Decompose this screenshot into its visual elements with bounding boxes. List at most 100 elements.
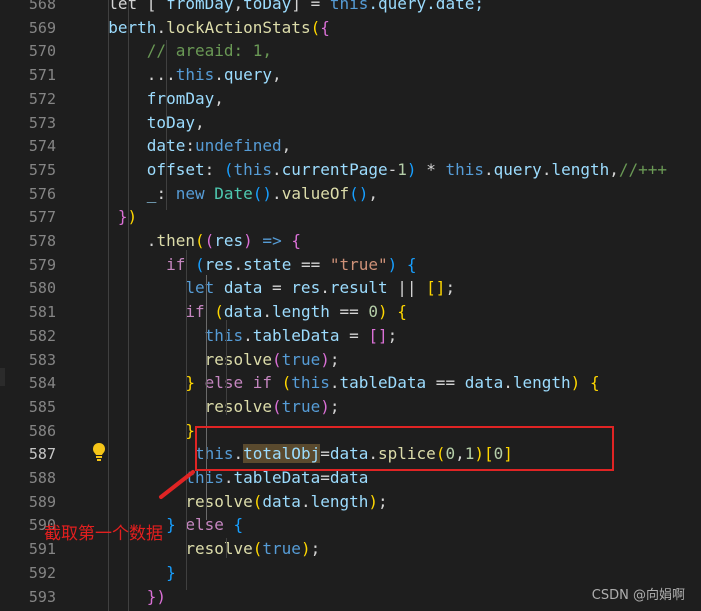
line-number[interactable]: 569 bbox=[8, 16, 56, 40]
code-token: true bbox=[281, 349, 321, 369]
code-token: ( bbox=[194, 254, 205, 274]
code-text[interactable]: // areaid: 1, bbox=[89, 39, 272, 63]
code-text[interactable]: fromDay, bbox=[89, 87, 224, 111]
line-number[interactable]: 576 bbox=[8, 182, 56, 206]
code-text[interactable]: offset: (this.currentPage-1) * this.quer… bbox=[89, 158, 667, 182]
code-line[interactable]: 578 .then((res) => { bbox=[0, 229, 701, 253]
line-number[interactable]: 589 bbox=[8, 490, 56, 514]
code-token: { bbox=[397, 254, 417, 274]
code-token: ; bbox=[378, 491, 388, 511]
code-token: - bbox=[387, 159, 398, 179]
code-token: , bbox=[272, 65, 282, 85]
code-token: length bbox=[551, 159, 610, 179]
code-token: ; bbox=[445, 278, 456, 298]
code-text[interactable]: date:undefined, bbox=[89, 134, 292, 158]
code-line[interactable]: 585 resolve(true); bbox=[0, 395, 701, 419]
code-token: length bbox=[310, 491, 369, 511]
code-line[interactable]: 577 }) bbox=[0, 205, 701, 229]
line-number[interactable]: 579 bbox=[8, 253, 56, 277]
line-number[interactable]: 581 bbox=[8, 300, 56, 324]
code-text[interactable]: } else if (this.tableData == data.length… bbox=[89, 371, 599, 395]
line-number[interactable]: 583 bbox=[8, 348, 56, 372]
code-line[interactable]: 574 date:undefined, bbox=[0, 134, 701, 158]
code-token: if bbox=[89, 254, 195, 274]
code-text[interactable]: if (data.length == 0) { bbox=[89, 300, 407, 324]
line-number[interactable]: 580 bbox=[8, 276, 56, 300]
line-number[interactable]: 584 bbox=[8, 371, 56, 395]
code-token: this bbox=[233, 159, 273, 179]
line-number[interactable]: 572 bbox=[8, 87, 56, 111]
code-token: ( bbox=[281, 373, 292, 393]
code-line[interactable]: 592 } bbox=[0, 561, 701, 585]
line-number[interactable]: 571 bbox=[8, 63, 56, 87]
code-line[interactable]: 568 let [ fromDay,toDay] = this.query.da… bbox=[0, 0, 701, 16]
code-token: } bbox=[117, 207, 128, 227]
code-text[interactable]: resolve(data.length); bbox=[89, 490, 388, 514]
line-number[interactable]: 570 bbox=[8, 39, 56, 63]
code-token: resolve bbox=[89, 349, 273, 369]
line-number[interactable]: 578 bbox=[8, 229, 56, 253]
code-token: . bbox=[272, 159, 282, 179]
code-text[interactable]: resolve(true); bbox=[89, 395, 340, 419]
code-token: , bbox=[281, 136, 292, 156]
code-text[interactable]: berth.lockActionStats({ bbox=[89, 16, 330, 40]
code-token: , bbox=[214, 88, 224, 108]
line-number[interactable]: 586 bbox=[8, 419, 56, 443]
line-number[interactable]: 568 bbox=[8, 0, 56, 16]
lightbulb-icon[interactable] bbox=[91, 442, 107, 462]
code-line[interactable]: 581 if (data.length == 0) { bbox=[0, 300, 701, 324]
line-number[interactable]: 575 bbox=[8, 158, 56, 182]
code-text[interactable]: resolve(true); bbox=[89, 348, 340, 372]
code-token: data bbox=[223, 278, 263, 298]
code-line[interactable]: 579 if (res.state == "true") { bbox=[0, 253, 701, 277]
code-token: : bbox=[204, 159, 224, 179]
line-number[interactable]: 574 bbox=[8, 134, 56, 158]
code-token: : bbox=[185, 136, 195, 156]
line-number[interactable]: 573 bbox=[8, 111, 56, 135]
code-line[interactable]: 589 resolve(data.length); bbox=[0, 490, 701, 514]
code-line[interactable]: 576 _: new Date().valueOf(), bbox=[0, 182, 701, 206]
line-number[interactable]: 587 bbox=[8, 442, 56, 466]
code-line[interactable]: 572 fromDay, bbox=[0, 87, 701, 111]
code-line[interactable]: 569 berth.lockActionStats({ bbox=[0, 16, 701, 40]
code-line[interactable]: 570 // areaid: 1, bbox=[0, 39, 701, 63]
line-number[interactable]: 585 bbox=[8, 395, 56, 419]
code-token: ( bbox=[194, 231, 205, 250]
line-number[interactable]: 577 bbox=[8, 205, 56, 229]
code-token: .query.date; bbox=[368, 0, 484, 13]
code-text[interactable]: toDay, bbox=[89, 111, 205, 135]
code-token: this bbox=[445, 159, 484, 179]
code-text[interactable]: } bbox=[89, 561, 176, 585]
indent-guide bbox=[226, 320, 227, 415]
code-text[interactable]: _: new Date().valueOf(), bbox=[89, 182, 378, 206]
code-text[interactable]: }) bbox=[89, 205, 137, 229]
code-token: res bbox=[204, 254, 234, 274]
line-number[interactable]: 588 bbox=[8, 466, 56, 490]
line-number[interactable]: 593 bbox=[8, 585, 56, 609]
code-line[interactable]: 584 } else if (this.tableData == data.le… bbox=[0, 371, 701, 395]
code-line[interactable]: 580 let data = res.result || []; bbox=[0, 276, 701, 300]
code-token: //+++ bbox=[618, 159, 668, 179]
code-token: data bbox=[262, 491, 301, 511]
code-line[interactable]: 575 offset: (this.currentPage-1) * this.… bbox=[0, 158, 701, 182]
code-token: ) bbox=[262, 183, 273, 203]
code-line[interactable]: 571 ...this.query, bbox=[0, 63, 701, 87]
code-line[interactable]: 583 resolve(true); bbox=[0, 348, 701, 372]
code-token: ( bbox=[252, 183, 263, 203]
code-text[interactable]: if (res.state == "true") { bbox=[89, 253, 417, 277]
code-text[interactable]: } bbox=[89, 419, 195, 443]
line-number[interactable]: 592 bbox=[8, 561, 56, 585]
code-editor[interactable]: 568 let [ fromDay,toDay] = this.query.da… bbox=[0, 0, 701, 611]
code-line[interactable]: 582 this.tableData = []; bbox=[0, 324, 701, 348]
code-text[interactable]: let data = res.result || []; bbox=[89, 276, 455, 300]
code-token: ) bbox=[243, 231, 253, 250]
code-text[interactable]: .then((res) => { bbox=[89, 229, 301, 253]
code-token: length bbox=[512, 373, 571, 393]
line-number[interactable]: 582 bbox=[8, 324, 56, 348]
indent-guide bbox=[206, 275, 207, 520]
code-line[interactable]: 573 toDay, bbox=[0, 111, 701, 135]
code-token: ( bbox=[272, 349, 282, 369]
code-text[interactable]: let [ fromDay,toDay] = this.query.date; bbox=[89, 0, 484, 16]
code-text[interactable]: ...this.query, bbox=[89, 63, 282, 87]
code-text[interactable]: this.tableData = []; bbox=[89, 324, 398, 348]
